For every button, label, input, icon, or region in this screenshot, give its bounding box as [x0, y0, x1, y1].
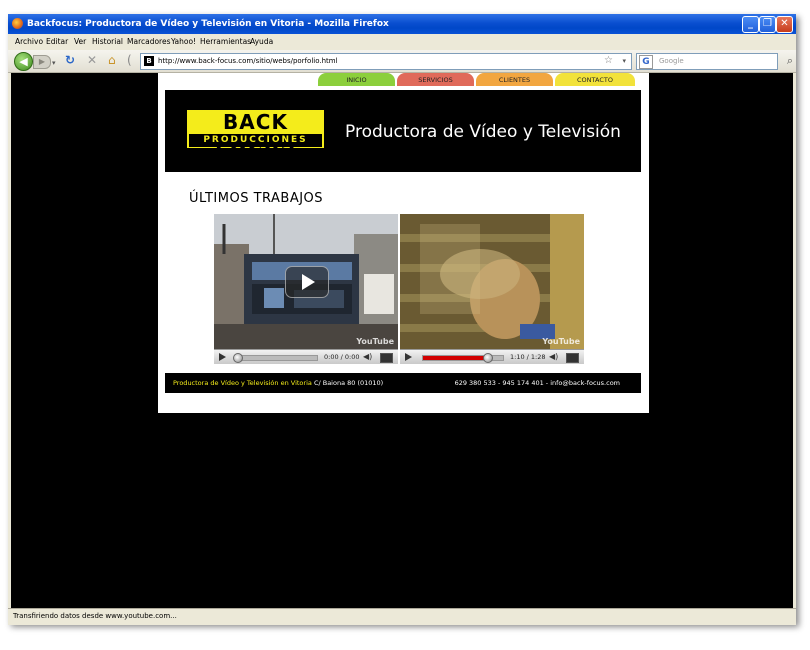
- home-icon[interactable]: ⌂: [108, 53, 116, 68]
- video-thumbnail-2[interactable]: YouTube: [400, 214, 584, 349]
- history-dropdown-icon[interactable]: ▾: [52, 56, 56, 71]
- status-bar: Transfiriendo datos desde www.youtube.co…: [8, 608, 796, 625]
- play-icon[interactable]: [219, 353, 226, 361]
- video-thumbnail-1[interactable]: YouTube: [214, 214, 398, 349]
- stop-icon[interactable]: ✕: [87, 53, 97, 68]
- menu-historial[interactable]: Historial: [92, 37, 123, 46]
- footer-contact: 629 380 533 - 945 174 401 - info@back-fo…: [454, 379, 620, 387]
- volume-icon[interactable]: ◀): [363, 353, 372, 361]
- video-controls-2: 1:10 / 1:28 ◀): [400, 349, 584, 364]
- search-box[interactable]: G Google ⌕: [636, 53, 793, 70]
- url-dropdown-icon[interactable]: ▾: [622, 57, 626, 65]
- firefox-icon: [12, 18, 23, 29]
- menu-herramientas[interactable]: Herramientas: [200, 37, 251, 46]
- big-play-button[interactable]: [285, 266, 329, 298]
- url-text[interactable]: http://www.back-focus.com/sitio/webs/por…: [158, 57, 338, 65]
- menu-ver[interactable]: Ver: [74, 37, 86, 46]
- url-bracket-icon: (: [127, 53, 132, 67]
- page-viewport: INICIO SERVICIOS CLIENTES CONTACTO BACK …: [11, 73, 793, 608]
- footer-address: C/ Baiona 80 (01010): [311, 379, 384, 387]
- video-controls-1: 0:00 / 0:00 ◀): [214, 349, 398, 364]
- forward-button[interactable]: ▶: [33, 55, 51, 69]
- menu-archivo[interactable]: Archivo: [15, 37, 43, 46]
- back-button[interactable]: ◀: [14, 52, 33, 71]
- title-bar[interactable]: Backfocus: Productora de Vídeo y Televis…: [8, 14, 796, 34]
- search-input[interactable]: Google: [659, 57, 684, 65]
- address-bar[interactable]: B http://www.back-focus.com/sitio/webs/p…: [140, 53, 632, 70]
- site-footer: Productora de Vídeo y Televisión en Vito…: [165, 373, 641, 393]
- seek-handle[interactable]: [233, 353, 243, 363]
- status-text: Transfiriendo datos desde www.youtube.co…: [13, 612, 177, 620]
- footer-highlight-link[interactable]: Productora de Vídeo y Televisión en Vito…: [173, 379, 312, 387]
- menu-ayuda[interactable]: Ayuda: [250, 37, 273, 46]
- maximize-button[interactable]: ❐: [759, 16, 776, 33]
- tab-contacto[interactable]: CONTACTO: [555, 73, 635, 86]
- menu-marcadores[interactable]: Marcadores: [127, 37, 171, 46]
- window-title: Backfocus: Productora de Vídeo y Televis…: [27, 19, 389, 29]
- youtube-watermark: YouTube: [356, 337, 394, 346]
- fullscreen-icon[interactable]: [566, 353, 579, 363]
- seek-handle[interactable]: [483, 353, 493, 363]
- fullscreen-icon[interactable]: [380, 353, 393, 363]
- section-title: ÚLTIMOS TRABAJOS: [189, 191, 324, 206]
- menu-yahoo[interactable]: Yahoo!: [171, 37, 196, 46]
- footer-left: Productora de Vídeo y Televisión en Vito…: [173, 379, 383, 387]
- tab-label: INICIO: [346, 76, 367, 84]
- site-header: BACK FOCUS PRODUCCIONES Productora de Ví…: [165, 90, 641, 172]
- video-time: 1:10 / 1:28: [510, 353, 546, 361]
- logo-subtitle: PRODUCCIONES: [189, 134, 322, 147]
- tab-label: SERVICIOS: [418, 76, 453, 84]
- tab-label: CLIENTES: [498, 76, 531, 84]
- menu-editar[interactable]: Editar: [46, 37, 68, 46]
- search-engine-icon[interactable]: G: [639, 55, 653, 69]
- volume-icon[interactable]: ◀): [549, 353, 558, 361]
- seek-bar[interactable]: [422, 353, 504, 363]
- video-player-2[interactable]: YouTube 1:10 / 1:28 ◀): [400, 214, 584, 364]
- video-player-1[interactable]: YouTube 0:00 / 0:00 ◀): [214, 214, 398, 364]
- site-favicon: B: [144, 56, 154, 66]
- portrait-scene-image: [400, 214, 584, 349]
- youtube-watermark: YouTube: [542, 337, 580, 346]
- play-icon[interactable]: [405, 353, 412, 361]
- browser-window: Backfocus: Productora de Vídeo y Televis…: [8, 14, 796, 625]
- logo-wordmark: BACK FOCUS: [215, 110, 295, 155]
- tab-servicios[interactable]: SERVICIOS: [397, 73, 474, 86]
- backfocus-logo[interactable]: BACK FOCUS PRODUCCIONES: [187, 110, 324, 155]
- minimize-button[interactable]: _: [742, 16, 759, 33]
- seek-bar[interactable]: [233, 353, 318, 363]
- tab-clientes[interactable]: CLIENTES: [476, 73, 553, 86]
- website-page: INICIO SERVICIOS CLIENTES CONTACTO BACK …: [158, 73, 649, 413]
- header-title: Productora de Vídeo y Televisión: [345, 122, 621, 142]
- tab-inicio[interactable]: INICIO: [318, 73, 395, 86]
- reload-icon[interactable]: ↻: [65, 53, 75, 68]
- menu-bar: Archivo Editar Ver Historial Marcadores …: [8, 34, 796, 50]
- video-time: 0:00 / 0:00: [324, 353, 360, 361]
- progress-fill: [423, 356, 487, 360]
- navigation-toolbar: ◀ ▶ ▾ ↻ ✕ ⌂ ( B http://www.back-focus.co…: [8, 50, 796, 73]
- bookmark-star-icon[interactable]: ☆: [604, 55, 613, 66]
- close-button[interactable]: ✕: [776, 16, 793, 33]
- search-icon[interactable]: ⌕: [787, 54, 793, 68]
- tab-label: CONTACTO: [577, 76, 613, 84]
